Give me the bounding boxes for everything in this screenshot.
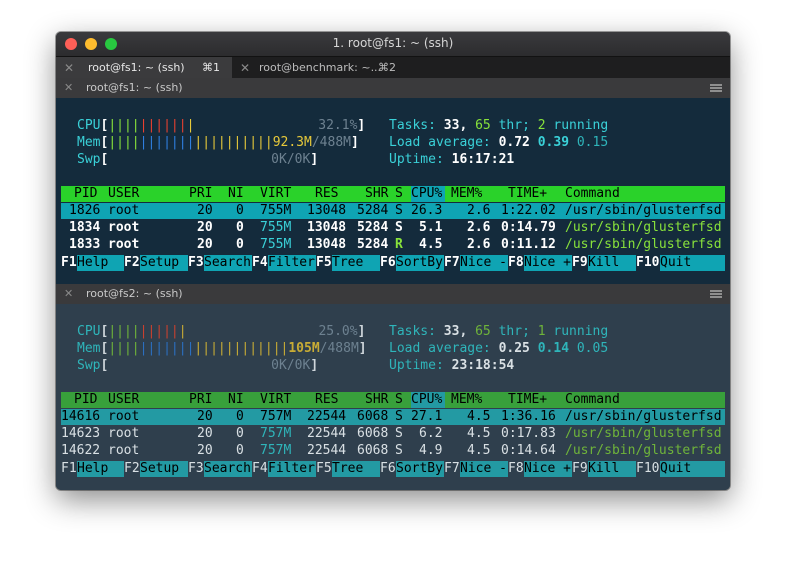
f6-sortby-key[interactable]: SortBy (396, 255, 444, 271)
f8-nice-plus-key[interactable]: Nice + (524, 255, 572, 271)
tab-bar: ✕ root@fs1: ~ (ssh) ⌘1 ✕ root@benchmark:… (56, 56, 730, 79)
load-average-meter: Load average: 0.72 0.39 0.15 (389, 135, 609, 150)
swap-meter: Swp[0K/0K] (77, 358, 319, 373)
column-virt[interactable]: VIRT (260, 186, 291, 202)
column-virt[interactable]: VIRT (260, 392, 291, 408)
tab-shortcut: ⌘2 (378, 61, 396, 74)
pane-header-fs2[interactable]: ✕ root@fs2: ~ (ssh) (56, 284, 730, 304)
f3-search-key[interactable]: Search (204, 461, 252, 477)
pane-title: root@fs1: ~ (ssh) (86, 81, 183, 94)
column-res[interactable]: RES (315, 392, 338, 408)
tasks-meter: Tasks: 33, 65 thr; 2 running (389, 118, 609, 133)
close-tab-icon[interactable]: ✕ (64, 57, 74, 79)
pane-title: root@fs2: ~ (ssh) (86, 287, 183, 300)
column-time[interactable]: TIME+ (508, 392, 547, 408)
column-shr[interactable]: SHR (365, 392, 388, 408)
load-average-meter: Load average: 0.25 0.14 0.05 (389, 341, 609, 356)
column-user[interactable]: USER (108, 392, 139, 408)
column-pri[interactable]: PRI (189, 186, 212, 202)
process-table-header[interactable]: PID USER PRI NI VIRT RES SHR S CPU% MEM%… (61, 392, 725, 408)
close-tab-icon[interactable]: ✕ (240, 57, 250, 79)
column-res[interactable]: RES (315, 186, 338, 202)
process-row[interactable]: 1834 root 20 0 755M 13048 5284 S 5.1 2.6… (61, 220, 725, 236)
title-bar[interactable]: 1. root@fs1: ~ (ssh) (56, 32, 730, 56)
column-command[interactable]: Command (565, 392, 620, 408)
f9-kill-key[interactable]: Kill (588, 255, 636, 271)
pane-menu-icon[interactable] (710, 84, 722, 92)
column-cpu[interactable]: CPU% (411, 186, 445, 202)
column-time[interactable]: TIME+ (508, 186, 547, 202)
column-command[interactable]: Command (565, 186, 620, 202)
column-mem[interactable]: MEM% (451, 392, 482, 408)
tab-fs1[interactable]: ✕ root@fs1: ~ (ssh) ⌘1 (56, 57, 232, 79)
column-pid[interactable]: PID (74, 392, 97, 408)
f1-help-key[interactable]: Help (77, 255, 124, 271)
htop-pane-fs2[interactable]: CPU[|||||||||| 25.0%] Mem[|||||||||||||||… (56, 304, 730, 490)
column-user[interactable]: USER (108, 186, 139, 202)
column-pri[interactable]: PRI (189, 392, 212, 408)
pane-header-fs1[interactable]: ✕ root@fs1: ~ (ssh) (56, 78, 730, 98)
tab-shortcut: ⌘1 (202, 61, 220, 74)
mem-meter: Mem[|||||||||||||||||||||||105M/488M] (77, 341, 367, 356)
tab-benchmark[interactable]: ✕ root@benchmark: ~... ⌘2 (232, 57, 408, 79)
f2-setup-key[interactable]: Setup (140, 461, 188, 477)
column-ni[interactable]: NI (228, 186, 244, 202)
f8-nice-plus-key[interactable]: Nice + (524, 461, 572, 477)
f4-filter-key[interactable]: Filter (268, 255, 316, 271)
f9-kill-key[interactable]: Kill (588, 461, 636, 477)
tasks-meter: Tasks: 33, 65 thr; 1 running (389, 324, 609, 339)
mem-meter: Mem[|||||||||||||||||||||92.3M/488M] (77, 135, 359, 150)
htop-pane-fs1[interactable]: CPU[||||||||||| 32.1%] Mem[||||||||||||||… (56, 98, 730, 284)
terminal-window: 1. root@fs1: ~ (ssh) ✕ root@fs1: ~ (ssh)… (56, 32, 730, 490)
close-pane-icon[interactable]: ✕ (64, 284, 73, 304)
column-state[interactable]: S (395, 392, 403, 408)
column-state[interactable]: S (395, 186, 403, 202)
f3-search-key[interactable]: Search (204, 255, 252, 271)
pane-menu-icon[interactable] (710, 290, 722, 298)
swap-meter: Swp[0K/0K] (77, 152, 319, 167)
column-ni[interactable]: NI (228, 392, 244, 408)
process-row[interactable]: 14622 root 20 0 757M 22544 6068 S 4.9 4.… (61, 443, 725, 459)
uptime-meter: Uptime: 16:17:21 (389, 152, 515, 167)
process-row[interactable]: 1833 root 20 0 755M 13048 5284 R 4.5 2.6… (61, 237, 725, 253)
f5-tree-key[interactable]: Tree (332, 255, 380, 271)
uptime-meter: Uptime: 23:18:54 (389, 358, 515, 373)
close-pane-icon[interactable]: ✕ (64, 78, 73, 98)
cpu-meter: CPU[|||||||||| 25.0%] (77, 324, 366, 339)
cpu-meter: CPU[||||||||||| 32.1%] (77, 118, 366, 133)
f2-setup-key[interactable]: Setup (140, 255, 188, 271)
f4-filter-key[interactable]: Filter (268, 461, 316, 477)
window-title: 1. root@fs1: ~ (ssh) (332, 36, 454, 50)
f1-help-key[interactable]: Help (77, 461, 124, 477)
process-row[interactable]: 14616 root 20 0 757M 22544 6068 S 27.1 4… (61, 409, 725, 425)
process-table-header[interactable]: PID USER PRI NI VIRT RES SHR S CPU% MEM%… (61, 186, 725, 202)
column-pid[interactable]: PID (74, 186, 97, 202)
process-row[interactable]: 1826 root 20 0 755M 13048 5284 S 26.3 2.… (61, 203, 725, 219)
f10-quit-key[interactable]: Quit (660, 255, 725, 271)
f5-tree-key[interactable]: Tree (332, 461, 380, 477)
f7-nice-minus-key[interactable]: Nice - (460, 255, 508, 271)
process-row[interactable]: 14623 root 20 0 757M 22544 6068 S 6.2 4.… (61, 426, 725, 442)
f6-sortby-key[interactable]: SortBy (396, 461, 444, 477)
function-key-bar: F1 Help F2 Setup F3 Search F4 Filter F5 Tree … (61, 461, 725, 477)
column-cpu[interactable]: CPU% (411, 392, 445, 408)
function-key-bar: F1 Help F2 Setup F3 Search F4 Filter F5 Tree … (61, 255, 725, 271)
column-mem[interactable]: MEM% (451, 186, 482, 202)
f10-quit-key[interactable]: Quit (660, 461, 725, 477)
f7-nice-minus-key[interactable]: Nice - (460, 461, 508, 477)
column-shr[interactable]: SHR (365, 186, 388, 202)
tab-label: root@fs1: ~ (ssh) (88, 61, 185, 74)
tab-label: root@benchmark: ~... (259, 61, 382, 74)
